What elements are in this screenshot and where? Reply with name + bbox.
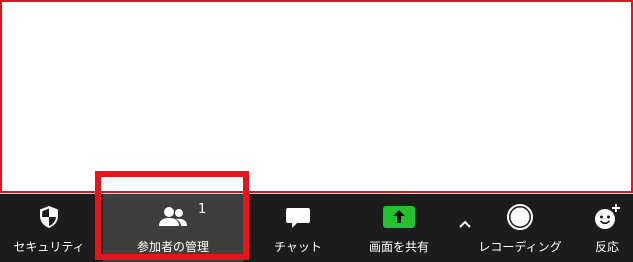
share-screen-label: 画面を共有: [368, 240, 429, 254]
participants-button[interactable]: 1 参加者の管理: [103, 194, 243, 262]
meeting-window: セキュリティ 1 参加者の管理 チャット 画面を共有 レコーディング 反応: [0, 0, 633, 262]
reactions-label: 反応: [594, 240, 619, 254]
record-button[interactable]: レコーディング: [474, 194, 566, 262]
shield-icon: [40, 206, 58, 228]
record-circle-icon: [507, 204, 533, 230]
shared-screen-area: [0, 0, 633, 193]
meeting-toolbar: セキュリティ 1 参加者の管理 チャット 画面を共有 レコーディング 反応: [0, 194, 633, 262]
chat-bubble-icon: [286, 208, 310, 228]
security-label: セキュリティ: [13, 240, 85, 254]
share-arrow-icon: [383, 206, 415, 228]
participants-label: 参加者の管理: [136, 240, 209, 254]
chat-label: チャット: [274, 240, 322, 254]
emoji-add-icon: [595, 204, 620, 229]
participants-icon: [159, 207, 187, 226]
reactions-button[interactable]: 反応: [582, 194, 632, 262]
record-label: レコーディング: [478, 240, 562, 254]
security-button[interactable]: セキュリティ: [10, 194, 88, 262]
share-screen-button[interactable]: 画面を共有: [352, 194, 446, 262]
chat-button[interactable]: チャット: [258, 194, 338, 262]
caret-up-icon: [459, 220, 471, 228]
participant-count: 1: [198, 202, 207, 217]
